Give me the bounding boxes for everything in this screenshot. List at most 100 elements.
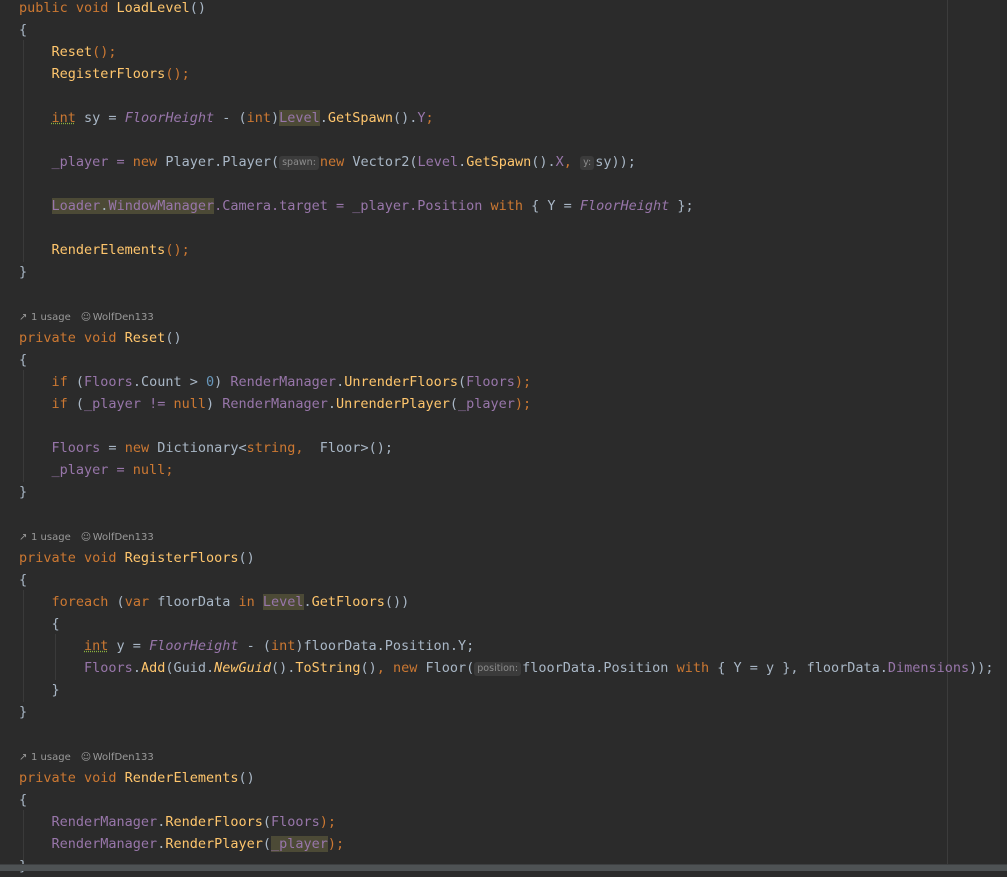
code-line[interactable]: { <box>19 19 27 41</box>
method-call: GetFloors <box>311 594 385 610</box>
code-line[interactable]: { <box>19 613 60 635</box>
code-line[interactable]: { <box>19 349 27 371</box>
keyword: with <box>676 660 710 676</box>
code-line[interactable]: if (Floors.Count > 0) RenderManager.Unre… <box>19 371 532 393</box>
class-name: RenderManager <box>51 836 158 852</box>
code-line[interactable]: int sy = FloorHeight - (int)Level.GetSpa… <box>19 107 434 129</box>
code-line[interactable]: int y = FloorHeight - (int)floorData.Pos… <box>19 635 474 657</box>
code-text: () <box>238 550 255 566</box>
code-text: Dictionary< <box>149 440 247 456</box>
field-name: Floors <box>51 440 101 456</box>
code-line[interactable]: private void RegisterFloors() <box>19 547 255 569</box>
code-line[interactable]: private void Reset() <box>19 327 182 349</box>
code-line[interactable]: { <box>19 569 27 591</box>
horizontal-scrollbar[interactable] <box>0 864 1007 871</box>
code-lens[interactable]: ↗ 1 usage ☺ WolfDen133 <box>19 311 154 325</box>
code-text: . <box>327 396 337 412</box>
code-text: ()) <box>384 594 410 610</box>
code-text: ( <box>458 374 467 390</box>
method-name: RegisterFloors <box>124 550 239 566</box>
code-text: .Count > <box>132 374 206 390</box>
keyword: new <box>124 440 150 456</box>
code-text: ) <box>205 396 223 412</box>
parameter-hint: spawn: <box>279 156 319 170</box>
keyword: int <box>51 110 76 126</box>
code-line[interactable]: Loader.WindowManager.Camera.target = _pl… <box>19 195 694 217</box>
code-line[interactable]: foreach (var floorData in Level.GetFloor… <box>19 591 409 613</box>
code-line[interactable]: Floors.Add(Guid.NewGuid().ToString(), ne… <box>19 657 994 679</box>
code-line[interactable]: _player = null; <box>19 459 174 481</box>
keyword: new <box>319 154 345 170</box>
code-text: Player.Player( <box>157 154 280 170</box>
brace: } <box>51 682 60 698</box>
code-text: floorData.Position.Y; <box>303 638 475 654</box>
code-text: ) <box>214 374 231 390</box>
code-text: { Y = <box>522 198 580 214</box>
code-text: (). <box>531 154 556 170</box>
usage-count[interactable]: 1 usage <box>31 532 71 543</box>
author-name[interactable]: WolfDen133 <box>93 752 154 763</box>
code-editor[interactable]: public void LoadLevel() { Reset(); Regis… <box>0 0 1007 874</box>
brace: } <box>19 704 28 720</box>
code-line[interactable]: _player = new Player.Player(spawn: new Ve… <box>19 151 636 173</box>
punctuation: ); <box>319 814 337 830</box>
code-line[interactable]: RegisterFloors(); <box>19 63 190 85</box>
method-call: NewGuid <box>214 660 272 676</box>
punctuation: , <box>295 440 312 456</box>
code-lens[interactable]: ↗ 1 usage ☺ WolfDen133 <box>19 751 154 765</box>
usage-count[interactable]: 1 usage <box>31 312 71 323</box>
highlighted-identifier: Level <box>262 594 304 610</box>
code-text: ) <box>295 638 304 654</box>
code-line[interactable]: } <box>19 701 27 723</box>
code-line[interactable]: public void LoadLevel() <box>19 0 206 19</box>
punctuation: (); <box>92 44 117 60</box>
code-line[interactable]: { <box>19 789 27 811</box>
code-text: = <box>100 440 125 456</box>
keyword: in <box>238 594 255 610</box>
code-line[interactable]: RenderManager.RenderFloors(Floors); <box>19 811 337 833</box>
code-line[interactable]: } <box>19 679 60 701</box>
method-call: GetSpawn <box>466 154 532 170</box>
code-line[interactable]: Floors = new Dictionary<string, Floor>()… <box>19 437 393 459</box>
scrollbar-thumb[interactable] <box>0 865 1007 871</box>
code-text: Floor( <box>417 660 475 676</box>
class-name: RenderManager <box>222 396 328 412</box>
class-name: RenderManager <box>230 374 337 390</box>
class-name: RenderManager <box>51 814 158 830</box>
usage-count[interactable]: 1 usage <box>31 752 71 763</box>
keyword: new <box>392 660 418 676</box>
method-call: ToString <box>295 660 361 676</box>
code-text: () <box>360 660 377 676</box>
code-lens[interactable]: ↗ 1 usage ☺ WolfDen133 <box>19 531 154 545</box>
code-text: ( <box>262 814 272 830</box>
code-line[interactable]: } <box>19 481 27 503</box>
method-call: GetSpawn <box>327 110 393 126</box>
punctuation: (); <box>165 242 190 258</box>
code-text: . <box>132 660 141 676</box>
parameter-hint: y: <box>580 156 595 170</box>
code-text: .Camera.target = _player.Position <box>214 198 491 214</box>
highlighted-identifier: Loader <box>51 198 101 214</box>
usages-icon: ↗ <box>19 532 28 543</box>
author-name[interactable]: WolfDen133 <box>93 312 154 323</box>
method-call: RenderPlayer <box>165 836 263 852</box>
author-name[interactable]: WolfDen133 <box>93 532 154 543</box>
punctuation: , <box>563 154 581 170</box>
code-line[interactable]: private void RenderElements() <box>19 767 255 789</box>
field-name: Floors <box>84 660 133 676</box>
code-line[interactable]: RenderElements(); <box>19 239 190 261</box>
code-text: (). <box>271 660 296 676</box>
usages-icon: ↗ <box>19 312 28 323</box>
field-name: _player = <box>51 154 133 170</box>
code-text: ( <box>67 374 85 390</box>
code-line[interactable]: RenderManager.RenderPlayer(_player); <box>19 833 344 855</box>
author-icon: ☺ <box>80 312 92 323</box>
code-line[interactable]: if (_player != null) RenderManager.Unren… <box>19 393 532 415</box>
punctuation: ; <box>425 110 434 126</box>
code-text: () <box>165 330 182 346</box>
field-name: Level <box>417 154 459 170</box>
code-line[interactable]: Reset(); <box>19 41 117 63</box>
keyword: int <box>246 110 271 126</box>
code-line[interactable]: } <box>19 261 27 283</box>
brace: } <box>19 264 28 280</box>
